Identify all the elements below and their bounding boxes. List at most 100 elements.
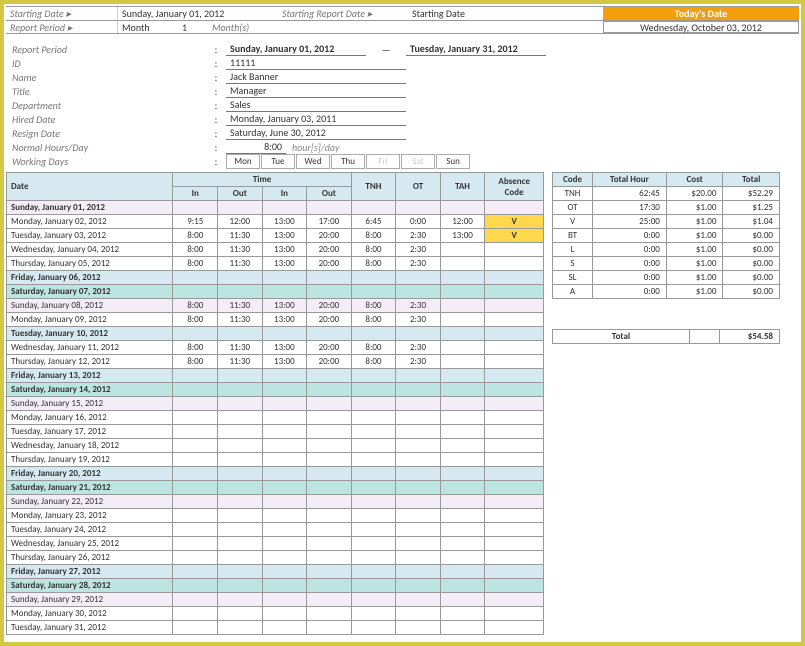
cell-abs[interactable]	[485, 299, 544, 313]
cell-tnh[interactable]	[351, 481, 396, 495]
cell-ot[interactable]	[396, 607, 441, 621]
cell-out2[interactable]: 20:00	[307, 229, 352, 243]
cell-tnh[interactable]	[351, 495, 396, 509]
cell-out2[interactable]	[307, 523, 352, 537]
cell-abs[interactable]	[485, 621, 544, 635]
cell-tnh[interactable]	[351, 271, 396, 285]
cell-ot[interactable]	[396, 327, 441, 341]
cell-ot[interactable]	[396, 397, 441, 411]
cell-in1[interactable]	[173, 523, 218, 537]
cell-date[interactable]: Thursday, January 19, 2012	[7, 453, 173, 467]
cell-date[interactable]: Friday, January 13, 2012	[7, 369, 173, 383]
cell-tah[interactable]	[440, 411, 485, 425]
table-row[interactable]: Sunday, January 29, 2012	[7, 593, 544, 607]
cell-abs[interactable]	[485, 369, 544, 383]
table-row[interactable]: Saturday, January 07, 2012	[7, 285, 544, 299]
cell-date[interactable]: Saturday, January 21, 2012	[7, 481, 173, 495]
cell-out2[interactable]	[307, 453, 352, 467]
cell-in1[interactable]	[173, 509, 218, 523]
cell-out1[interactable]	[218, 201, 263, 215]
cell-in2[interactable]: 13:00	[262, 229, 307, 243]
cell-in2[interactable]	[262, 565, 307, 579]
cell-out2[interactable]	[307, 285, 352, 299]
cell-date[interactable]: Tuesday, January 24, 2012	[7, 523, 173, 537]
cell-in1[interactable]: 9:15	[173, 215, 218, 229]
cell-out1[interactable]	[218, 285, 263, 299]
cell-tah[interactable]: 12:00	[440, 215, 485, 229]
meta-hired-value[interactable]: Monday, January 03, 2011	[226, 112, 406, 126]
cell-ot[interactable]	[396, 551, 441, 565]
cell-out2[interactable]	[307, 411, 352, 425]
cell-date[interactable]: Sunday, January 01, 2012	[7, 201, 173, 215]
cell-in2[interactable]	[262, 509, 307, 523]
table-row[interactable]: Saturday, January 21, 2012	[7, 481, 544, 495]
cell-tah[interactable]	[440, 551, 485, 565]
cell-in1[interactable]	[173, 565, 218, 579]
cell-out1[interactable]	[218, 579, 263, 593]
table-row[interactable]: Wednesday, January 04, 20128:0011:3013:0…	[7, 243, 544, 257]
cell-in2[interactable]	[262, 523, 307, 537]
cell-abs[interactable]	[485, 481, 544, 495]
cell-tnh[interactable]	[351, 579, 396, 593]
table-row[interactable]: Sunday, January 01, 2012	[7, 201, 544, 215]
cell-out1[interactable]	[218, 453, 263, 467]
cell-in1[interactable]	[173, 495, 218, 509]
table-row[interactable]: Thursday, January 19, 2012	[7, 453, 544, 467]
table-row[interactable]: Thursday, January 05, 20128:0011:3013:00…	[7, 257, 544, 271]
cell-out1[interactable]: 11:30	[218, 355, 263, 369]
cell-in2[interactable]	[262, 593, 307, 607]
cell-out1[interactable]: 11:30	[218, 299, 263, 313]
cell-out1[interactable]	[218, 607, 263, 621]
cell-tnh[interactable]	[351, 607, 396, 621]
table-row[interactable]: Thursday, January 26, 2012	[7, 551, 544, 565]
cell-out2[interactable]	[307, 593, 352, 607]
cell-abs[interactable]	[485, 523, 544, 537]
cell-out1[interactable]	[218, 481, 263, 495]
cell-out1[interactable]	[218, 621, 263, 635]
cell-abs[interactable]	[485, 243, 544, 257]
cell-out1[interactable]	[218, 411, 263, 425]
cell-in1[interactable]	[173, 453, 218, 467]
cell-in1[interactable]	[173, 397, 218, 411]
cell-tah[interactable]	[440, 467, 485, 481]
cell-ot[interactable]: 2:30	[396, 229, 441, 243]
cell-out1[interactable]	[218, 537, 263, 551]
cell-ot[interactable]: 2:30	[396, 257, 441, 271]
cell-in1[interactable]	[173, 439, 218, 453]
cell-abs[interactable]	[485, 509, 544, 523]
cell-ot[interactable]	[396, 621, 441, 635]
report-period-count[interactable]: 1	[178, 21, 208, 33]
cell-tah[interactable]	[440, 481, 485, 495]
cell-tnh[interactable]	[351, 411, 396, 425]
cell-in2[interactable]: 13:00	[262, 257, 307, 271]
cell-tah[interactable]	[440, 327, 485, 341]
cell-tah[interactable]	[440, 355, 485, 369]
cell-tah[interactable]	[440, 271, 485, 285]
cell-in1[interactable]: 8:00	[173, 229, 218, 243]
cell-date[interactable]: Friday, January 06, 2012	[7, 271, 173, 285]
cell-date[interactable]: Sunday, January 15, 2012	[7, 397, 173, 411]
cell-in1[interactable]	[173, 481, 218, 495]
cell-in2[interactable]	[262, 551, 307, 565]
cell-in1[interactable]	[173, 579, 218, 593]
cell-out2[interactable]	[307, 551, 352, 565]
cell-tnh[interactable]: 8:00	[351, 355, 396, 369]
cell-abs[interactable]	[485, 593, 544, 607]
cell-date[interactable]: Friday, January 20, 2012	[7, 467, 173, 481]
cell-in1[interactable]	[173, 425, 218, 439]
cell-in1[interactable]	[173, 537, 218, 551]
cell-out2[interactable]: 20:00	[307, 299, 352, 313]
cell-in2[interactable]	[262, 439, 307, 453]
day-sun[interactable]: Sun	[436, 154, 470, 169]
cell-abs[interactable]	[485, 495, 544, 509]
table-row[interactable]: Friday, January 06, 2012	[7, 271, 544, 285]
day-sat[interactable]: Sat	[401, 154, 435, 169]
cell-date[interactable]: Tuesday, January 03, 2012	[7, 229, 173, 243]
cell-tah[interactable]	[440, 299, 485, 313]
meta-hours-value[interactable]: 8:00	[226, 140, 286, 154]
cell-date[interactable]: Saturday, January 28, 2012	[7, 579, 173, 593]
cell-out2[interactable]	[307, 201, 352, 215]
cell-abs[interactable]	[485, 383, 544, 397]
cell-out2[interactable]	[307, 467, 352, 481]
cell-in2[interactable]	[262, 327, 307, 341]
